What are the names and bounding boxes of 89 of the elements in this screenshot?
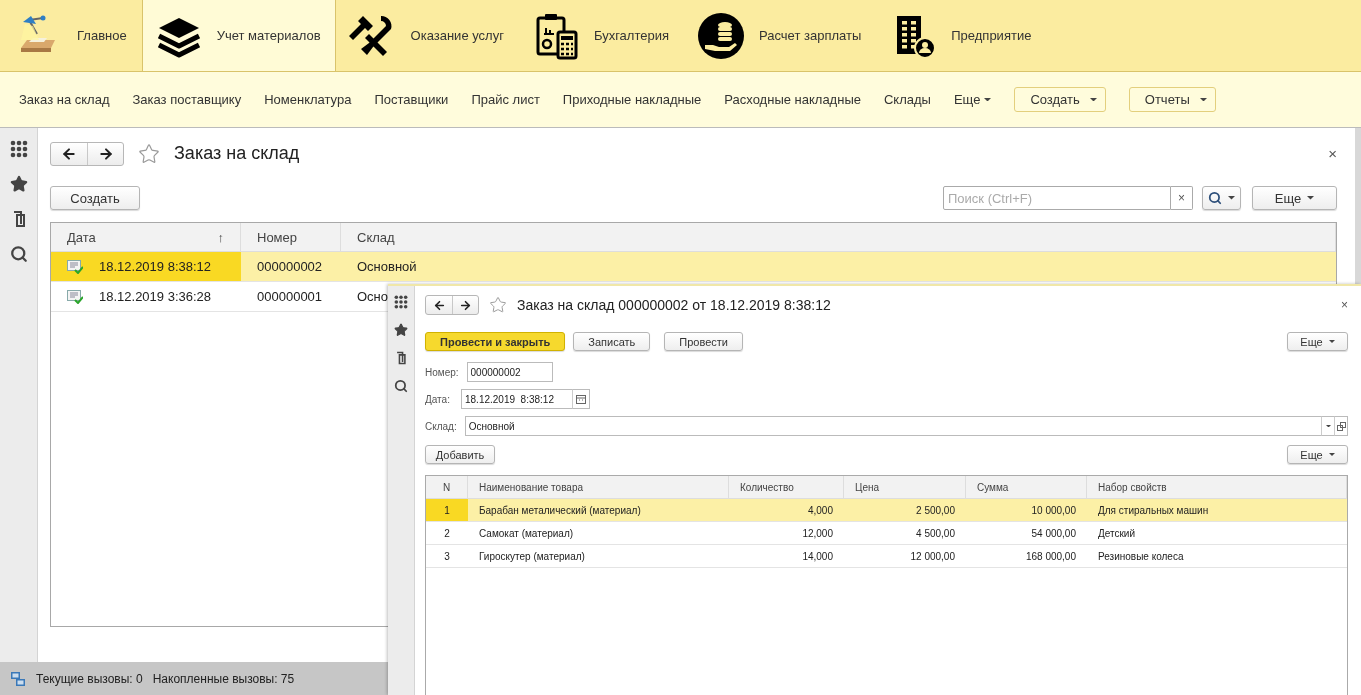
caret-icon xyxy=(1199,97,1207,102)
table-cell: 4,000 xyxy=(729,499,844,522)
section-tab[interactable]: Учет материалов xyxy=(141,0,336,71)
section-tab[interactable]: Бухгалтерия xyxy=(518,0,684,71)
nav-link[interactable]: Заказ на склад xyxy=(19,92,110,107)
row-number-cell: 1 xyxy=(426,499,468,522)
search-icon xyxy=(1208,191,1222,205)
section-tab[interactable]: Оказание услуг xyxy=(335,0,519,71)
search-icon[interactable] xyxy=(9,245,28,263)
network-icon xyxy=(10,670,26,687)
date-text: 18.12.2019 8:38:12 xyxy=(99,259,212,274)
table-cell: Основной xyxy=(341,252,1336,282)
more-button[interactable]: Еще xyxy=(1252,186,1337,210)
calendar-icon[interactable] xyxy=(576,394,586,404)
date-text: 18.12.2019 3:36:28 xyxy=(99,289,212,304)
table-cell: 000000002 xyxy=(241,252,341,282)
open-icon[interactable] xyxy=(1336,421,1346,431)
apps-grid-icon[interactable] xyxy=(394,295,408,309)
column-header[interactable]: N xyxy=(426,476,468,499)
warehouse-field[interactable]: Основной xyxy=(464,416,1322,436)
posted-document-icon xyxy=(67,289,83,304)
caret-icon xyxy=(1089,97,1097,102)
coins-hand-icon xyxy=(697,11,745,60)
field-label: Склад: xyxy=(425,420,457,432)
nav-link[interactable]: Заказ поставщику xyxy=(132,92,242,107)
favorite-star-icon[interactable] xyxy=(138,142,160,165)
caret-icon xyxy=(1328,453,1335,456)
sort-indicator: ↑ xyxy=(217,229,224,245)
favorites-icon[interactable] xyxy=(394,323,408,337)
clear-search-button[interactable]: × xyxy=(1171,186,1193,210)
table-cell: Барабан металический (материал) xyxy=(468,499,729,522)
field-label: Номер: xyxy=(425,366,459,378)
create-button[interactable]: Создать xyxy=(50,186,140,210)
more-menu[interactable]: Еще xyxy=(953,92,992,107)
favorite-star-icon[interactable] xyxy=(489,296,507,314)
section-tab[interactable]: Предприятие xyxy=(876,0,1047,71)
action-button[interactable]: Записать xyxy=(573,332,651,351)
window-title: Заказ на склад 000000002 от 18.12.2019 8:38:12 xyxy=(517,297,831,313)
section-tab[interactable]: Расчет зарплаты xyxy=(684,0,877,71)
nav-link[interactable]: Расходные накладные xyxy=(724,92,861,107)
reports-menu-button[interactable]: Отчеты xyxy=(1128,87,1216,112)
column-header[interactable]: Склад xyxy=(341,223,1336,252)
column-header[interactable]: Наименование товара xyxy=(468,476,729,499)
table-cell: Для стиральных машин xyxy=(1087,499,1347,522)
nav-link[interactable]: Прайс лист xyxy=(471,92,540,107)
column-header[interactable]: Дата ↑ xyxy=(51,223,241,252)
posted-document-icon xyxy=(67,259,83,274)
documents-icon[interactable] xyxy=(394,351,408,365)
arrow-left-icon xyxy=(61,145,77,162)
field-label: Дата: xyxy=(425,393,451,405)
window-title: Заказ на склад xyxy=(174,143,300,164)
column-header[interactable]: Сумма xyxy=(966,476,1087,499)
nav-link[interactable]: Поставщики xyxy=(374,92,449,107)
create-menu-button[interactable]: Создать xyxy=(1014,87,1106,112)
current-calls-text: Текущие вызовы: 0 xyxy=(36,671,143,686)
nav-link[interactable]: Номенклатура xyxy=(264,92,352,107)
caret-icon xyxy=(984,97,992,102)
nav-link[interactable]: Приходные накладные xyxy=(562,92,702,107)
add-button[interactable]: Добавить xyxy=(425,445,495,464)
caret-icon xyxy=(1307,196,1315,200)
post-and-close-button[interactable]: Провести и закрыть xyxy=(425,332,566,351)
more-button[interactable]: Еще xyxy=(1287,445,1348,464)
column-header[interactable]: Номер xyxy=(241,223,341,252)
apps-grid-icon[interactable] xyxy=(9,140,28,158)
column-header[interactable]: Количество xyxy=(729,476,844,499)
caret-icon xyxy=(1228,196,1235,200)
table-cell: 10 000,00 xyxy=(966,499,1087,522)
accumulated-calls-text: Накопленные вызовы: 75 xyxy=(152,671,295,686)
nav-link[interactable]: Склады xyxy=(883,92,931,107)
column-title: Дата xyxy=(67,229,96,245)
caret-icon xyxy=(1325,424,1331,428)
favorites-icon[interactable] xyxy=(9,175,28,193)
column-header[interactable]: Набор свойств xyxy=(1087,476,1347,499)
caret-icon xyxy=(1328,340,1335,343)
more-button[interactable]: Еще xyxy=(1287,332,1348,351)
search-options-button[interactable] xyxy=(1202,186,1241,210)
date-field[interactable]: 18.12.2019 8:38:12 xyxy=(461,389,573,409)
section-tab[interactable]: Главное xyxy=(2,0,142,71)
action-button[interactable]: Провести xyxy=(664,332,743,351)
table-cell: 2 500,00 xyxy=(844,499,966,522)
search-field[interactable]: Поиск (Ctrl+F) xyxy=(943,186,1171,210)
close-button[interactable]: × xyxy=(1341,298,1348,312)
arrow-right-icon xyxy=(459,298,472,312)
search-icon[interactable] xyxy=(394,379,408,393)
column-header[interactable]: Цена xyxy=(844,476,966,499)
arrow-right-icon xyxy=(97,145,114,162)
arrow-left-icon xyxy=(432,298,446,312)
number-field[interactable]: 000000002 xyxy=(466,362,553,382)
close-button[interactable]: × xyxy=(1328,145,1337,162)
